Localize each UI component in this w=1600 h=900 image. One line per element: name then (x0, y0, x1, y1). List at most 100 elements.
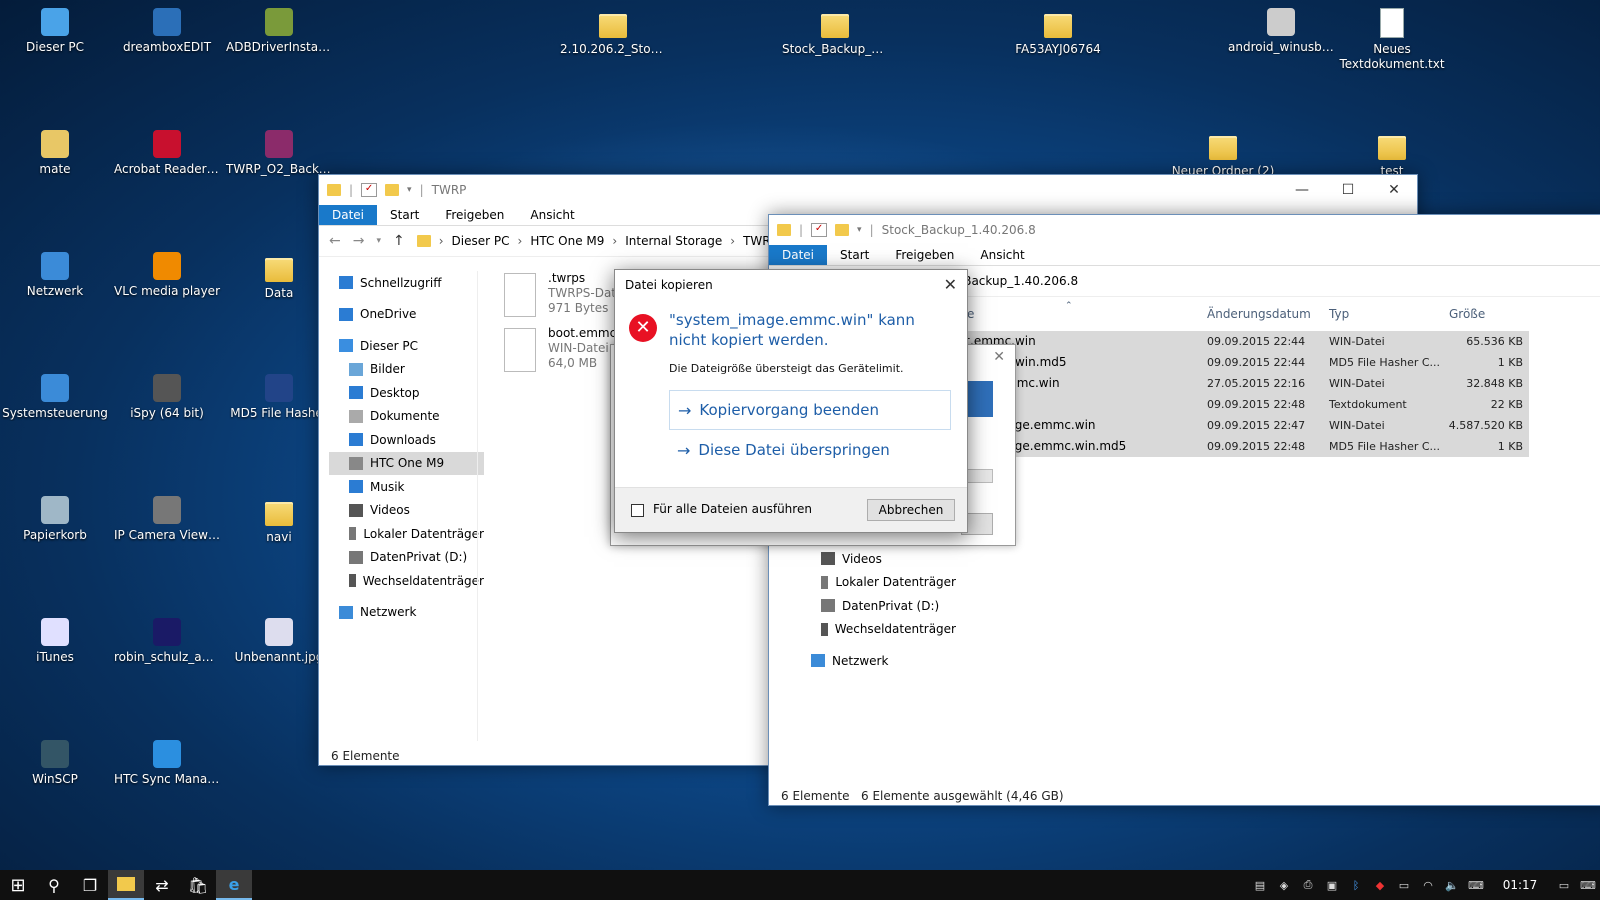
tray-app-icon[interactable]: ▣ (1320, 879, 1344, 892)
desktop-icon[interactable]: Neuer Ordner (2) (1168, 130, 1278, 179)
table-row[interactable]: recovery.log09.09.2015 22:48Textdokument… (939, 394, 1529, 415)
new-folder-icon[interactable] (385, 184, 400, 196)
column-type[interactable]: Typ (1329, 307, 1349, 321)
close-icon[interactable]: ✕ (944, 270, 957, 300)
stop-copy-button[interactable]: → Kopiervorgang beenden (669, 390, 951, 430)
tray-app-icon[interactable]: ⎙ (1296, 878, 1320, 892)
desktop-icon[interactable]: WinSCP (0, 740, 110, 787)
close-icon[interactable]: ✕ (993, 349, 1005, 365)
nav-item[interactable]: Wechseldatenträger (329, 569, 484, 593)
copy-error-dialog[interactable]: Datei kopieren ✕ ✕ "system_image.emmc.wi… (614, 269, 968, 533)
recent-locations-icon[interactable]: ▾ (376, 236, 381, 246)
table-row[interactable]: system_image.emmc.win 09.09.2015 22:47 WIN… (939, 415, 1529, 436)
nav-item[interactable]: Schnellzugriff (329, 271, 484, 295)
antivirus-icon[interactable]: ◆ (1368, 879, 1392, 892)
nav-item[interactable]: Dieser PC (329, 334, 484, 358)
maximize-button[interactable]: ☐ (1325, 175, 1371, 205)
desktop-icon[interactable]: Systemsteuerung (0, 374, 110, 421)
bluetooth-icon[interactable]: ᛒ (1344, 879, 1368, 892)
title-bar[interactable]: | ✓ ▾ | Stock_Backup_1.40.206.8 (769, 215, 1600, 245)
desktop-icon[interactable]: FA53AYJ06764 (1003, 8, 1113, 57)
desktop-icon[interactable]: Neues Textdokument.txt (1337, 8, 1447, 72)
desktop-icon[interactable]: test (1337, 130, 1447, 179)
title-bar[interactable]: | ✓ ▾ | TWRP — ☐ ✕ (319, 175, 1417, 205)
desktop-icon[interactable]: Stock_Backup_1.40.... (780, 8, 890, 57)
tab-datei[interactable]: Datei (769, 245, 828, 265)
desktop-icon[interactable]: iSpy (64 bit) (112, 374, 222, 421)
nav-item[interactable]: Netzwerk (329, 601, 484, 625)
volume-icon[interactable]: 🔈 (1440, 879, 1464, 892)
customize-quick-access-icon[interactable]: ▾ (407, 185, 412, 195)
desktop-icon[interactable]: robin_schulz_and_... (112, 618, 222, 665)
task-view-icon[interactable]: ❐ (72, 870, 108, 900)
table-row[interactable]: recovery.emmc.win27.05.2015 22:16WIN-Dat… (939, 373, 1529, 394)
desktop-icon[interactable]: VLC media player (112, 252, 222, 299)
apply-all-checkbox[interactable] (631, 504, 644, 517)
minimize-button[interactable]: — (1279, 175, 1325, 205)
desktop-icon[interactable]: TWRP_O2_Backup (224, 130, 334, 177)
edge-icon[interactable]: e (216, 870, 252, 900)
desktop-icon[interactable]: 2.10.206.2_Stock_B... (558, 8, 668, 57)
nav-item[interactable]: Musik (329, 475, 484, 499)
desktop-icon[interactable]: IP Camera Viewer 3 (112, 496, 222, 543)
desktop-icon[interactable]: Acrobat Reader DC (112, 130, 222, 177)
file-explorer-icon[interactable] (108, 870, 144, 900)
breadcrumb-internal-storage[interactable]: Internal Storage (625, 234, 722, 248)
breadcrumb-dieser-pc[interactable]: Dieser PC (452, 234, 510, 248)
tab-start[interactable]: Start (377, 205, 432, 225)
tab-ansicht[interactable]: Ansicht (517, 205, 587, 225)
tray-app-icon[interactable]: ◈ (1272, 879, 1296, 892)
nav-item[interactable]: Lokaler Datenträger (329, 522, 484, 546)
start-button[interactable]: ⊞ (0, 870, 36, 900)
customize-quick-access-icon[interactable]: ▾ (857, 225, 862, 235)
desktop-icon[interactable]: Netzwerk (0, 252, 110, 299)
breadcrumb-htc-one-m9[interactable]: HTC One M9 (530, 234, 604, 248)
search-icon[interactable]: ⚲ (36, 870, 72, 900)
nav-item[interactable]: Bilder (329, 358, 484, 382)
sync-app-icon[interactable]: ⇄ (144, 870, 180, 900)
nav-item[interactable]: OneDrive (329, 303, 484, 327)
desktop-icon[interactable]: HTC Sync Manager (112, 740, 222, 787)
tab-freigeben[interactable]: Freigeben (882, 245, 967, 265)
close-button[interactable]: ✕ (1371, 175, 1417, 205)
table-row[interactable]: system_image.emmc.win.md5 09.09.2015 22:4… (939, 436, 1529, 457)
tab-datei[interactable]: Datei (319, 205, 378, 225)
wifi-icon[interactable]: ◠ (1416, 879, 1440, 892)
apply-all-label[interactable]: Für alle Dateien ausführen (653, 502, 812, 516)
desktop-icon[interactable]: Dieser PC (0, 8, 110, 55)
desktop-icon[interactable]: android_winusb.inf (1226, 8, 1336, 55)
battery-icon[interactable]: ▭ (1392, 879, 1416, 892)
skip-file-button[interactable]: → Diese Datei überspringen (669, 431, 949, 469)
dialog-title-bar[interactable]: Datei kopieren ✕ (615, 270, 967, 300)
column-date[interactable]: Änderungsdatum (1207, 307, 1311, 321)
tray-app-icon[interactable]: ▤ (1248, 879, 1272, 892)
desktop-icon[interactable]: ADBDriverInstaller.... (224, 8, 334, 55)
action-center-icon[interactable]: ▭ (1552, 879, 1576, 892)
back-arrow-icon[interactable]: ← (329, 233, 341, 249)
nav-item[interactable]: Videos (801, 547, 956, 571)
desktop-icon[interactable]: Papierkorb (0, 496, 110, 543)
nav-item[interactable]: DatenPrivat (D:) (329, 546, 484, 570)
keyboard-icon[interactable]: ⌨ (1464, 879, 1488, 892)
forward-arrow-icon[interactable]: → (353, 233, 365, 249)
desktop-icon[interactable]: dreamboxEDIT (112, 8, 222, 55)
table-row[interactable]: boot.emmc.win.md509.09.2015 22:44MD5 Fil… (939, 352, 1529, 373)
touch-keyboard-icon[interactable]: ⌨ (1576, 879, 1600, 892)
desktop-icon[interactable]: iTunes (0, 618, 110, 665)
nav-item[interactable]: Desktop (329, 381, 484, 405)
tab-freigeben[interactable]: Freigeben (432, 205, 517, 225)
desktop-icon[interactable]: mate (0, 130, 110, 177)
nav-item[interactable]: Downloads (329, 428, 484, 452)
nav-item[interactable]: HTC One M9 (329, 451, 484, 475)
table-row[interactable]: boot.emmc.win 09.09.2015 22:44 WIN-Datei 65… (939, 331, 1529, 352)
up-arrow-icon[interactable]: ↑ (393, 233, 405, 249)
clock[interactable]: 01:17 (1488, 878, 1552, 892)
nav-item[interactable]: DatenPrivat (D:) (801, 594, 956, 618)
properties-icon[interactable]: ✓ (361, 183, 378, 197)
nav-item[interactable]: Lokaler Datenträger (801, 571, 956, 595)
tab-start[interactable]: Start (827, 245, 882, 265)
cancel-button[interactable]: Abbrechen (867, 499, 955, 521)
nav-item[interactable]: Netzwerk (801, 649, 956, 673)
properties-icon[interactable]: ✓ (811, 223, 828, 237)
nav-item[interactable]: Dokumente (329, 405, 484, 429)
